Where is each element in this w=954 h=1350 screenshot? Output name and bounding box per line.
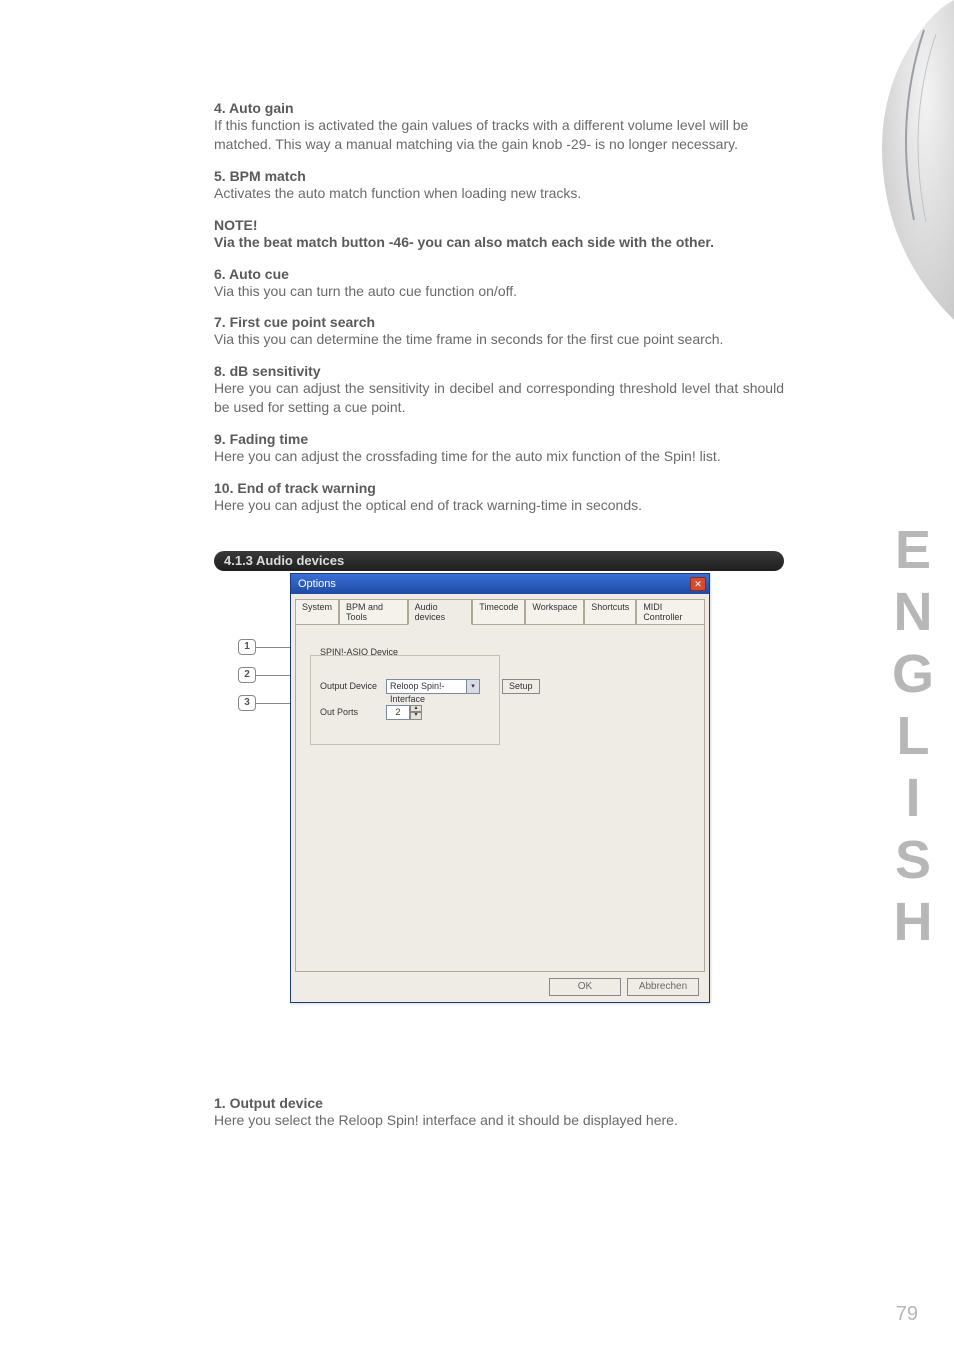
callout-1: 1 (238, 639, 256, 655)
section-header-audio-devices: 4.1.3 Audio devices (214, 551, 784, 571)
row-output-device: Output Device Reloop Spin!-Interface ▾ S… (320, 679, 540, 694)
setup-button[interactable]: Setup (502, 679, 540, 694)
dialog-footer: OK Abbrechen (291, 972, 709, 1002)
dialog-title: Options (294, 578, 336, 590)
callout-3: 3 (238, 695, 256, 711)
tab-bpm-tools[interactable]: BPM and Tools (339, 599, 408, 625)
spinner-up-icon[interactable]: ▴ (410, 705, 422, 713)
text-fading: Here you can adjust the crossfading time… (214, 447, 784, 466)
tab-audio-devices[interactable]: Audio devices (408, 599, 473, 625)
ok-button[interactable]: OK (549, 978, 621, 996)
heading-fading: 9. Fading time (214, 431, 784, 447)
tab-shortcuts[interactable]: Shortcuts (584, 599, 636, 625)
output-device-select[interactable]: Reloop Spin!-Interface ▾ (386, 679, 480, 694)
page-number: 79 (896, 1303, 918, 1326)
tab-system[interactable]: System (295, 599, 339, 625)
heading-db-sens: 8. dB sensitivity (214, 363, 784, 379)
label-output-device: Output Device (320, 681, 378, 691)
main-content: 4. Auto gain If this function is activat… (214, 100, 784, 1130)
heading-end-track: 10. End of track warning (214, 480, 784, 496)
cancel-button[interactable]: Abbrechen (627, 978, 699, 996)
heading-auto-cue: 6. Auto cue (214, 266, 784, 282)
callout-line-3 (256, 703, 290, 704)
tab-strip: System BPM and Tools Audio devices Timec… (291, 594, 709, 624)
dialog-titlebar[interactable]: Options ✕ (291, 574, 709, 594)
heading-output-device: 1. Output device (214, 1095, 784, 1111)
side-decorative-graphic (854, 0, 954, 320)
text-first-cue: Via this you can determine the time fram… (214, 330, 784, 349)
out-ports-spinner[interactable]: 2 ▴ ▾ (386, 705, 410, 720)
text-note: Via the beat match button -46- you can a… (214, 233, 784, 252)
out-ports-value: 2 (395, 707, 400, 717)
heading-auto-gain: 4. Auto gain (214, 100, 784, 116)
tab-workspace[interactable]: Workspace (525, 599, 584, 625)
tab-timecode[interactable]: Timecode (472, 599, 525, 625)
chevron-down-icon[interactable]: ▾ (466, 680, 479, 693)
text-db-sens: Here you can adjust the sensitivity in d… (214, 379, 784, 417)
callout-line-2 (256, 675, 290, 676)
tab-midi-controller[interactable]: MIDI Controller (636, 599, 705, 625)
text-output-device: Here you select the Reloop Spin! interfa… (214, 1111, 784, 1130)
options-dialog: Options ✕ System BPM and Tools Audio dev… (290, 573, 710, 1003)
close-icon[interactable]: ✕ (690, 577, 706, 591)
tab-panel: SPIN!-ASIO Device Output Device Reloop S… (295, 624, 705, 972)
callout-line-1 (256, 647, 290, 648)
text-auto-cue: Via this you can turn the auto cue funct… (214, 282, 784, 301)
callout-2: 2 (238, 667, 256, 683)
heading-note: NOTE! (214, 217, 784, 233)
dialog-illustration: 1 2 3 Options ✕ System BPM and Tools Aud… (274, 573, 784, 1043)
text-auto-gain: If this function is activated the gain v… (214, 116, 784, 154)
row-out-ports: Out Ports 2 ▴ ▾ (320, 705, 410, 720)
heading-bpm-match: 5. BPM match (214, 168, 784, 184)
heading-first-cue: 7. First cue point search (214, 314, 784, 330)
label-out-ports: Out Ports (320, 707, 378, 717)
spinner-down-icon[interactable]: ▾ (410, 712, 422, 720)
language-side-label: ENGLISH (882, 520, 944, 954)
text-end-track: Here you can adjust the optical end of t… (214, 496, 784, 515)
text-bpm-match: Activates the auto match function when l… (214, 184, 784, 203)
